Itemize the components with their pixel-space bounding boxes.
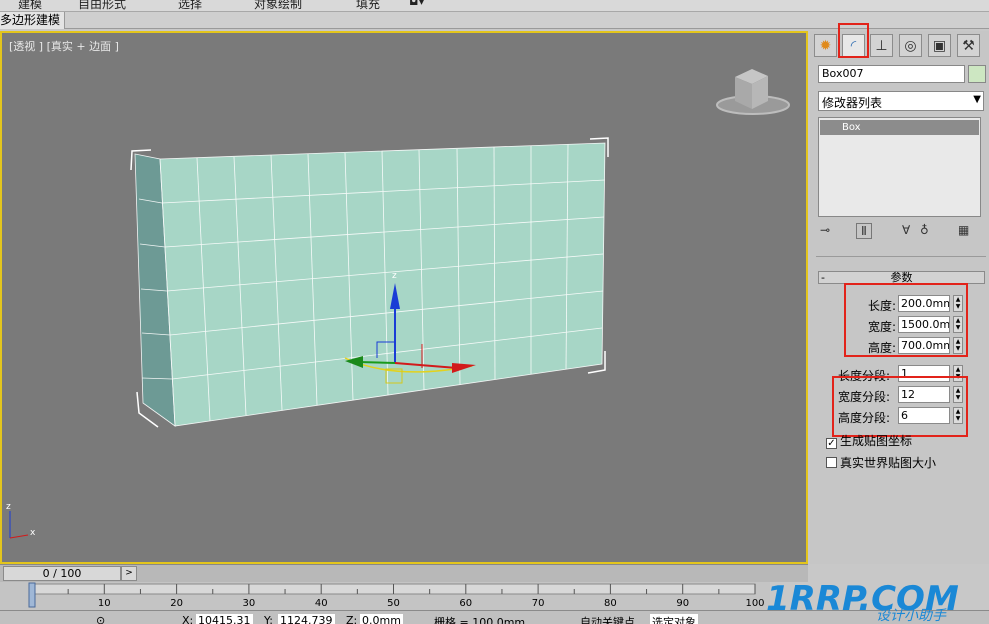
gen-mapping-label: 生成贴图坐标 — [840, 434, 913, 448]
viewcube[interactable] — [716, 69, 790, 115]
highlight-modify-tab — [838, 23, 869, 58]
display-icon: ▣ — [932, 37, 947, 54]
motion-tab[interactable]: ◎ — [899, 34, 922, 57]
rollout-title: 参数 — [890, 271, 913, 284]
x-coord-label: X: — [182, 614, 194, 624]
ribbon-tab-populate[interactable]: 填充 — [356, 0, 380, 11]
check-icon: ✓ — [826, 438, 837, 449]
y-coord-label: Y: — [264, 614, 273, 624]
y-coord-field[interactable]: 1124.739 — [278, 614, 335, 624]
configure-sets-icon[interactable]: ▦ — [958, 223, 969, 237]
unchecked-box-icon — [826, 457, 837, 468]
poly-modeling-tab[interactable]: 多边形建模 — [0, 12, 66, 29]
perspective-viewport[interactable]: [透视 ] [真实 + 边面 ] z z x — [0, 31, 808, 564]
ribbon-tabs: 建模 自由形式 选择 对象绘制 填充 ◘▾ — [0, 0, 989, 12]
time-slider[interactable]: 0 / 100 — [3, 566, 121, 581]
pin-stack-icon[interactable]: ⊸ — [820, 223, 830, 237]
real-world-label: 真实世界贴图大小 — [840, 456, 937, 470]
viewport-scene[interactable]: z z x — [2, 33, 806, 562]
track-tick-label: 20 — [170, 598, 183, 609]
track-bar[interactable]: 0102030405060708090100 — [0, 582, 770, 610]
track-tick-label: 60 — [459, 598, 472, 609]
selection-set-dropdown[interactable]: 选定对象 — [650, 614, 698, 624]
hierarchy-tab[interactable]: ⊥ — [870, 34, 893, 57]
make-unique-icon[interactable]: ∀ — [902, 223, 910, 237]
display-tab[interactable]: ▣ — [928, 34, 951, 57]
ribbon-tab-freeform[interactable]: 自由形式 — [78, 0, 126, 11]
z-coord-field[interactable]: 0.0mm — [360, 614, 403, 624]
svg-text:x: x — [30, 528, 36, 538]
gen-mapping-checkbox[interactable]: ✓ 生成贴图坐标 — [826, 432, 912, 449]
modifier-stack[interactable]: Box — [818, 117, 981, 217]
create-tab[interactable]: ✹ — [814, 34, 837, 57]
svg-text:设计小助手: 设计小助手 — [876, 608, 947, 624]
ribbon-options-icon[interactable]: ◘▾ — [409, 0, 425, 8]
modifier-list-dropdown[interactable]: 修改器列表 ▼ — [818, 91, 984, 111]
track-tick-label: 90 — [676, 598, 689, 609]
divider — [816, 256, 986, 257]
hammer-icon: ⚒ — [962, 37, 975, 54]
ribbon-tab-modeling[interactable]: 建模 — [18, 0, 42, 11]
object-color-swatch[interactable] — [968, 65, 986, 83]
hierarchy-icon: ⊥ — [875, 37, 888, 54]
track-tick-label: 80 — [604, 598, 617, 609]
lock-icon[interactable]: ⊙ — [96, 614, 105, 624]
ribbon-tab-object-paint[interactable]: 对象绘制 — [254, 0, 302, 11]
x-coord-field[interactable]: 10415.31 — [196, 614, 253, 624]
real-world-checkbox[interactable]: 真实世界贴图大小 — [826, 454, 936, 471]
stack-item-box[interactable]: Box — [820, 120, 979, 135]
track-scale: 0102030405060708090100 — [28, 582, 765, 609]
highlight-dimensions — [844, 283, 968, 357]
track-tick-label: 100 — [745, 598, 764, 609]
motion-icon: ◎ — [904, 37, 917, 54]
remove-modifier-icon[interactable]: ♁ — [920, 223, 929, 237]
utilities-tab[interactable]: ⚒ — [957, 34, 980, 57]
show-end-result-icon[interactable]: Ⅱ — [856, 223, 872, 239]
chevron-down-icon: ▼ — [973, 94, 981, 105]
grid-readout: 栅格 = 100.0mm — [434, 616, 526, 624]
sun-icon: ✹ — [819, 37, 832, 54]
time-slider-bar: 0 / 100 > — [0, 564, 808, 582]
stack-toolbar: ⊸ Ⅱ ∀ ♁ ▦ — [816, 221, 984, 243]
track-tick-label: 40 — [315, 598, 328, 609]
svg-text:z: z — [392, 271, 397, 281]
z-coord-label: Z: — [346, 614, 358, 624]
track-tick-label: 50 — [387, 598, 400, 609]
ribbon-tab-selection[interactable]: 选择 — [178, 0, 202, 11]
track-tick-label: 10 — [98, 598, 111, 609]
next-frame-arrow-icon[interactable]: > — [121, 566, 137, 581]
highlight-segments — [832, 376, 968, 437]
modifier-list-label: 修改器列表 — [822, 96, 883, 110]
svg-text:z: z — [6, 502, 11, 512]
auto-key-button[interactable]: 自动关键点 — [580, 614, 635, 624]
object-name-field[interactable]: Box007 — [818, 65, 965, 83]
world-axis-icon: z x — [6, 502, 36, 539]
command-panel: ✹ ◜ ⊥ ◎ ▣ ⚒ Box007 修改器列表 ▼ Box ⊸ Ⅱ ∀ ♁ ▦ … — [810, 23, 989, 564]
current-frame-marker[interactable] — [28, 582, 36, 608]
track-tick-label: 30 — [243, 598, 256, 609]
track-tick-label: 70 — [532, 598, 545, 609]
watermark-logo: 1RRP.COM 设计小助手 — [766, 579, 959, 624]
